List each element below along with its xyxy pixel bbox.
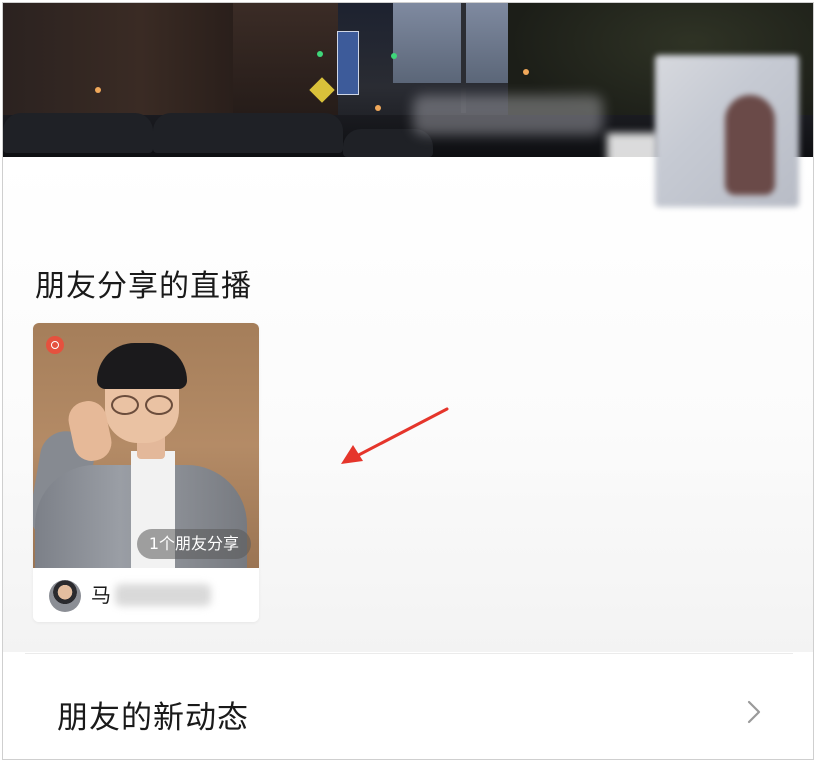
profile-avatar[interactable] [655,55,799,207]
cover-light [523,69,529,75]
host-name: 马 [91,583,111,607]
cover-light [317,51,323,57]
cover-sky [393,3,523,83]
cover-car [3,113,153,153]
cover-light [375,105,381,111]
live-card-footer: 马 [33,568,259,622]
chevron-right-icon [747,700,761,724]
cover-building-center [233,3,338,123]
cover-light [391,53,397,59]
annotation-arrow-icon [341,407,449,464]
live-cover-image: 1个朋友分享 [33,323,259,568]
host-avatar [49,580,81,612]
friends-updates-label: 朋友的新动态 [57,700,249,736]
section-title: 朋友分享的直播 [35,269,252,304]
screenshot-frame: 朋友分享的直播 1个朋友分享 马 朋友的新动态 [2,2,814,760]
host-glasses [109,395,175,415]
cover-light [95,87,101,93]
cover-blurred-text [413,95,603,135]
friends-updates-row[interactable]: 朋友的新动态 [3,654,813,759]
cover-park-sign [337,31,359,95]
friend-share-badge: 1个朋友分享 [136,529,251,559]
avatar-mask [607,133,659,177]
cover-car [153,113,343,153]
live-indicator-icon [46,336,64,354]
host-name-redacted [115,584,211,606]
host-hair [97,343,187,389]
live-stream-card[interactable]: 1个朋友分享 马 [33,323,259,622]
